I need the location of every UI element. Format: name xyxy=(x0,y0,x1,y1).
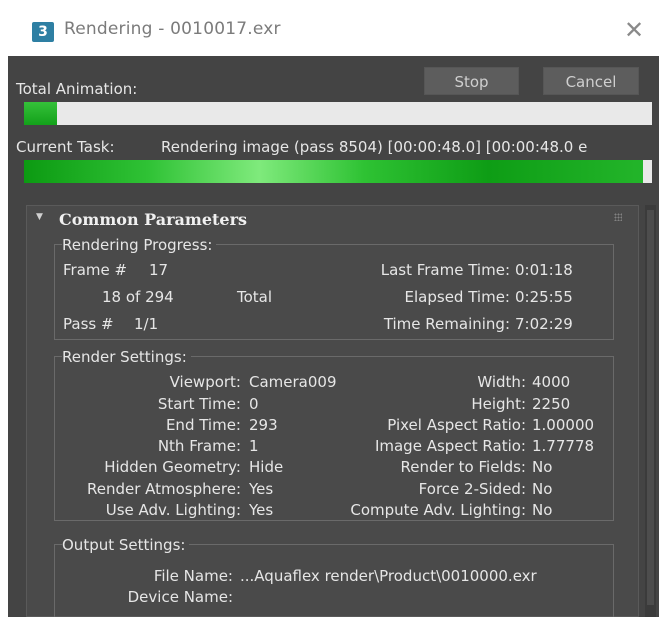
compute-adv-lighting-value: No xyxy=(532,501,553,519)
pixel-aspect-ratio-label: Pixel Aspect Ratio: xyxy=(387,416,526,434)
hidden-geometry-value: Hide xyxy=(249,458,284,476)
close-icon[interactable]: ✕ xyxy=(624,18,644,42)
use-adv-lighting-value: Yes xyxy=(249,501,274,519)
scrollbar-thumb[interactable] xyxy=(647,210,654,605)
file-name-value: ...Aquaflex render\Product\0010000.exr xyxy=(240,567,537,585)
force-2-sided-value: No xyxy=(532,480,553,498)
stop-button[interactable]: Stop xyxy=(424,67,519,95)
render-window: 3 Rendering - 0010017.exr ✕ Total Animat… xyxy=(8,0,659,617)
start-time-label: Start Time: xyxy=(157,395,241,413)
total-animation-progress-bar xyxy=(24,102,652,125)
window-title: Rendering - 0010017.exr xyxy=(64,19,281,39)
width-value: 4000 xyxy=(532,373,571,391)
end-time-label: End Time: xyxy=(165,416,241,434)
render-to-fields-label: Render to Fields: xyxy=(400,458,527,476)
compute-adv-lighting-label: Compute Adv. Lighting: xyxy=(350,501,526,519)
render-atmosphere-value: Yes xyxy=(249,480,274,498)
total-animation-label: Total Animation: xyxy=(16,80,138,98)
last-frame-time-value: 0:01:18 xyxy=(515,261,573,279)
render-to-fields-value: No xyxy=(532,458,553,476)
start-time-value: 0 xyxy=(249,395,259,413)
force-2-sided-label: Force 2-Sided: xyxy=(418,480,526,498)
pixel-aspect-ratio-value: 1.00000 xyxy=(532,416,595,434)
width-label: Width: xyxy=(477,373,526,391)
current-task-progress-fill xyxy=(24,160,643,183)
device-name-label: Device Name: xyxy=(127,588,233,606)
file-name-label: File Name: xyxy=(153,567,233,585)
time-remaining-label: Time Remaining: xyxy=(383,315,510,333)
image-aspect-ratio-value: 1.77778 xyxy=(532,437,595,455)
pass-value: 1/1 xyxy=(134,315,159,333)
hidden-geometry-label: Hidden Geometry: xyxy=(104,458,241,476)
render-settings-label: Render Settings: xyxy=(62,348,191,366)
total-label: Total xyxy=(237,288,273,306)
collapse-triangle-icon[interactable]: ▼ xyxy=(36,212,43,222)
viewport-label: Viewport: xyxy=(169,373,241,391)
common-parameters-header[interactable]: Common Parameters xyxy=(59,210,247,229)
nth-frame-label: Nth Frame: xyxy=(157,437,241,455)
render-atmosphere-label: Render Atmosphere: xyxy=(86,480,241,498)
current-task-label: Current Task: xyxy=(16,138,115,156)
last-frame-time-label: Last Frame Time: xyxy=(380,261,510,279)
frame-value: 17 xyxy=(149,261,169,279)
image-aspect-ratio-label: Image Aspect Ratio: xyxy=(374,437,526,455)
pass-label: Pass # xyxy=(63,315,114,333)
frame-count: 18 of 294 xyxy=(102,288,174,306)
frame-label: Frame # xyxy=(63,261,128,279)
height-value: 2250 xyxy=(532,395,571,413)
end-time-value: 293 xyxy=(249,416,278,434)
nth-frame-value: 1 xyxy=(249,437,259,455)
current-task-progress-bar xyxy=(24,160,652,183)
height-label: Height: xyxy=(471,395,526,413)
current-task-value: Rendering image (pass 8504) [00:00:48.0]… xyxy=(161,138,588,156)
title-bar: 3 Rendering - 0010017.exr ✕ xyxy=(8,0,659,56)
3dsmax-app-icon: 3 xyxy=(32,22,54,42)
use-adv-lighting-label: Use Adv. Lighting: xyxy=(105,501,241,519)
rollout-grip-icon xyxy=(614,213,622,221)
rendering-progress-label: Rendering Progress: xyxy=(62,236,217,254)
time-remaining-value: 7:02:29 xyxy=(515,315,573,333)
output-settings-label: Output Settings: xyxy=(62,536,190,554)
elapsed-time-value: 0:25:55 xyxy=(515,288,573,306)
cancel-button[interactable]: Cancel xyxy=(543,67,639,95)
total-animation-progress-fill xyxy=(24,102,57,125)
elapsed-time-label: Elapsed Time: xyxy=(404,288,510,306)
